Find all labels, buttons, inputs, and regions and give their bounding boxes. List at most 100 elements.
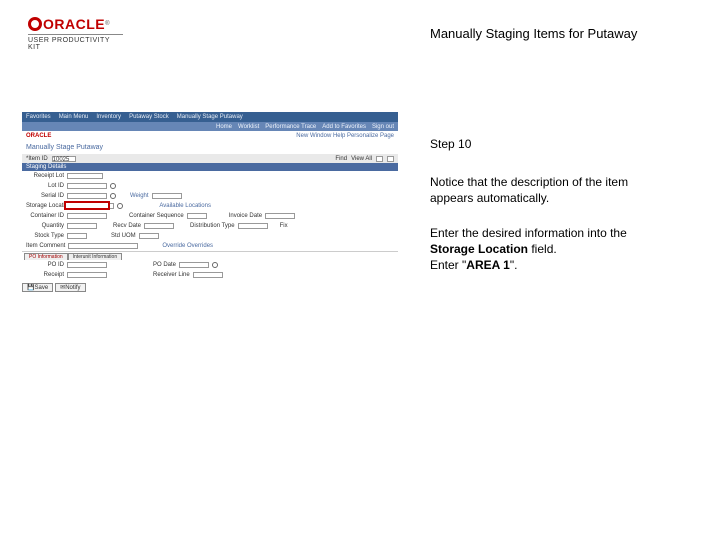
stduom-input[interactable] [139,233,159,239]
menu-item[interactable]: Putaway Stock [129,114,169,120]
page-title: Manually Staging Items for Putaway [430,26,637,41]
recv-date-input[interactable] [144,223,174,229]
recv-date-label: Recv Date [113,223,141,229]
form-row: PO ID PO Date [22,260,398,270]
form-row: Item Comment Override Overrides [22,241,398,251]
instr3-c: ". [510,258,518,272]
tab-po-info[interactable]: PO Information [24,253,68,260]
brand-logo: ORACLE ® USER PRODUCTIVITY KIT [28,16,123,51]
receiver-line-input[interactable] [193,272,223,278]
form-row: Receipt Receiver Line [22,270,398,280]
item-bar: *Item ID 10025 Find View All [22,154,398,163]
invoice-date-label: Invoice Date [229,213,262,219]
section-title: Manually Stage Putaway [22,141,398,154]
lot-id-input[interactable] [67,183,107,189]
nav-first-icon[interactable] [376,156,383,162]
submenu-item[interactable]: Home [216,124,232,130]
receipt-lot-input[interactable] [67,173,103,179]
override-link[interactable]: Override Overrides [162,243,213,249]
oracle-brand-text: ORACLE [43,16,105,32]
quantity-label: Quantity [26,223,64,229]
po-id-label: PO ID [26,262,64,268]
weight-label: Weight [130,193,149,199]
distrib-label: Distribution Type [190,223,235,229]
instr3-value: AREA 1 [466,258,510,272]
item-id-label: *Item ID [26,156,48,162]
storage-loc-label: Storage Location [26,203,71,209]
fix-label: Fix [280,223,288,229]
tm-icon: ® [105,21,109,27]
menubar: Favorites Main Menu Inventory Putaway St… [22,112,398,122]
receiver-line-label: Receiver Line [153,272,190,278]
po-id-input[interactable] [67,262,107,268]
container-seq-label: Container Sequence [129,213,184,219]
oracle-logo: ORACLE ® [28,16,123,32]
brand-mini: ORACLE [26,133,51,139]
toplinks[interactable]: New Window Help Personalize Page [296,133,394,139]
item-comment-label: Item Comment [26,243,65,249]
form-row: Serial ID Weight [22,191,398,201]
distrib-input[interactable] [238,223,268,229]
staging-details-header: Staging Details [22,163,398,171]
quantity-input[interactable] [67,223,97,229]
form-row: Lot ID [22,181,398,191]
calendar-icon[interactable] [212,262,218,268]
submenu-item[interactable]: Sign out [372,124,394,130]
storage-location-input[interactable] [74,203,114,209]
container-id-label: Container ID [26,213,64,219]
search-icon[interactable] [110,183,116,189]
submenu-item[interactable]: Add to Favorites [322,124,366,130]
instr2-field: Storage Location [430,242,528,256]
nav-last-icon[interactable] [387,156,394,162]
instr2-c: field. [528,242,557,256]
item-comment-input[interactable] [68,243,138,249]
lot-id-label: Lot ID [26,183,64,189]
instr2-a: Enter the desired information into the [430,226,627,240]
form-row: Receipt Lot [22,171,398,181]
menu-item[interactable]: Favorites [26,114,51,120]
form-row: Container ID Container Sequence Invoice … [22,211,398,221]
tab-row: PO Information Interunit Information [22,251,398,260]
invoice-date-input[interactable] [265,213,295,219]
form-row: Stock Type Std UOM [22,231,398,241]
stduom-label: Std UOM [111,233,136,239]
form-row: Storage Location Available Locations [22,201,398,211]
form-row: Quantity Recv Date Distribution Type Fix [22,221,398,231]
stock-type-label: Stock Type [26,233,64,239]
avail-loc-link[interactable]: Available Locations [159,203,211,209]
instruction-panel: Step 10 Notice that the description of t… [430,136,665,291]
po-date-label: PO Date [153,262,176,268]
footer-buttons: 💾 Save ✉ Notify [22,283,398,292]
step-label: Step 10 [430,136,665,152]
menu-item[interactable]: Manually Stage Putaway [177,114,243,120]
receipt-label: Receipt [26,272,64,278]
instr3-a: Enter " [430,258,466,272]
stock-type-input[interactable] [67,233,87,239]
oracle-o-icon [28,17,42,31]
container-seq-input[interactable] [187,213,207,219]
menu-item[interactable]: Inventory [96,114,121,120]
find-label[interactable]: Find [335,156,347,162]
app-screenshot: Favorites Main Menu Inventory Putaway St… [22,112,398,292]
submenu-item[interactable]: Worklist [238,124,259,130]
submenu-item[interactable]: Performance Trace [265,124,316,130]
menu-item[interactable]: Main Menu [59,114,89,120]
upk-subline: USER PRODUCTIVITY KIT [28,34,123,51]
notify-button[interactable]: ✉ Notify [55,283,85,292]
receipt-input[interactable] [67,272,107,278]
search-icon[interactable] [117,203,123,209]
weight-input[interactable] [152,193,182,199]
tab-interunit-info[interactable]: Interunit Information [68,253,122,260]
instruction-para-1: Notice that the description of the item … [430,174,665,206]
submenu: Home Worklist Performance Trace Add to F… [22,122,398,131]
topbar: ORACLE New Window Help Personalize Page [22,131,398,141]
view-all-label[interactable]: View All [351,156,372,162]
save-button[interactable]: 💾 Save [22,283,53,292]
serial-id-input[interactable] [67,193,107,199]
item-id-value[interactable]: 10025 [52,156,76,162]
receipt-lot-label: Receipt Lot [26,173,64,179]
po-date-input[interactable] [179,262,209,268]
search-icon[interactable] [110,193,116,199]
serial-id-label: Serial ID [26,193,64,199]
container-id-input[interactable] [67,213,107,219]
